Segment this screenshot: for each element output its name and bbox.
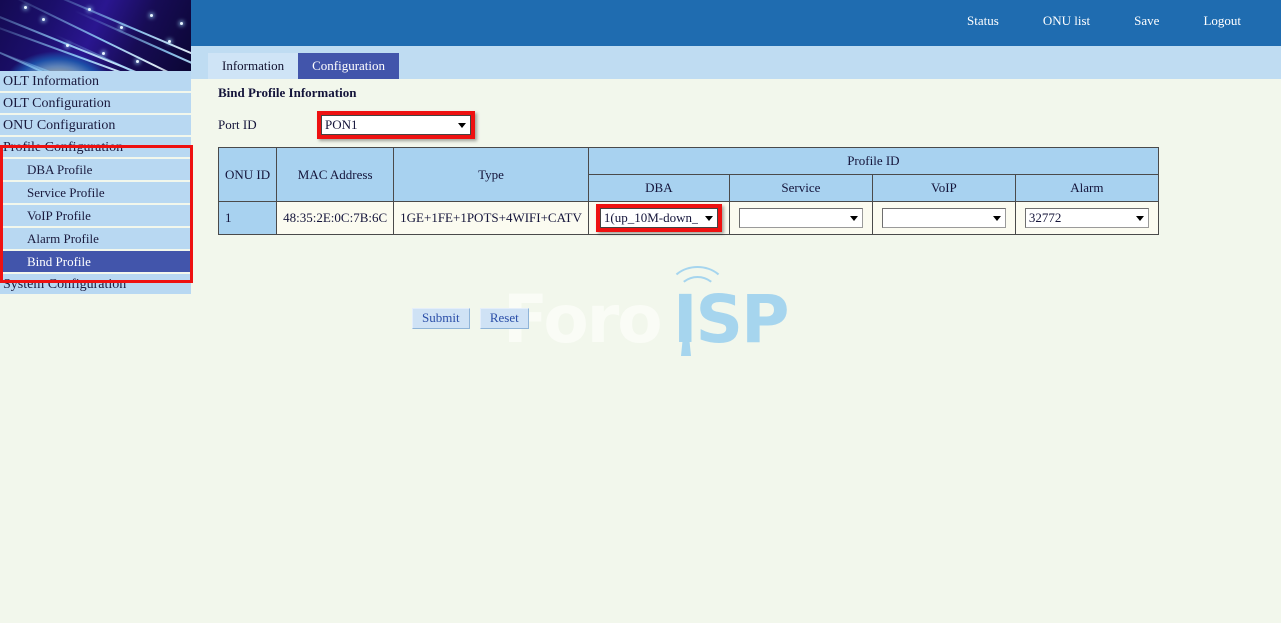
sidebar-item-dba-profile[interactable]: DBA Profile [0,159,191,182]
cell-type: 1GE+1FE+1POTS+4WIFI+CATV [394,202,589,235]
cell-voip [872,202,1015,235]
port-id-highlight-box: PON1 [317,111,475,139]
table-body: 1 48:35:2E:0C:7B:6C 1GE+1FE+1POTS+4WIFI+… [219,202,1159,235]
top-navigation-bar: Status ONU list Save Logout [191,0,1281,46]
header-banner-image [0,0,191,71]
dba-highlight-box: 1(up_10M-down_10 [596,204,722,232]
cell-mac-address: 48:35:2E:0C:7B:6C [277,202,394,235]
col-header-onu-id: ONU ID [219,148,277,202]
submit-button[interactable]: Submit [412,308,470,329]
voip-profile-select[interactable] [882,208,1006,228]
antenna-tower-icon [674,288,698,356]
nav-link-logout[interactable]: Logout [1181,12,1263,30]
cell-dba: 1(up_10M-down_10 [588,202,729,235]
sidebar-item-olt-configuration[interactable]: OLT Configuration [0,93,191,115]
port-id-field-group: PON1 [317,111,475,139]
col-header-voip: VoIP [872,175,1015,202]
tab-bar: Information Configuration [191,46,1281,79]
dba-profile-select[interactable]: 1(up_10M-down_10 [600,208,718,228]
table-row: 1 48:35:2E:0C:7B:6C 1GE+1FE+1POTS+4WIFI+… [219,202,1159,235]
main-content: Foro ISP Bind Profile Information Port I… [191,79,1281,623]
col-header-profile-id: Profile ID [588,148,1158,175]
col-header-alarm: Alarm [1015,175,1158,202]
page-title: Bind Profile Information [218,85,356,101]
cell-service [729,202,872,235]
col-header-dba: DBA [588,175,729,202]
cell-alarm: 32772 [1015,202,1158,235]
sidebar-item-olt-information[interactable]: OLT Information [0,71,191,93]
col-header-type: Type [394,148,589,202]
sidebar-item-profile-configuration[interactable]: Profile Configuration [0,137,191,159]
sidebar-menu: OLT Information OLT Configuration ONU Co… [0,71,191,296]
form-actions: Submit Reset [412,308,536,329]
port-id-label: Port ID [218,117,257,133]
nav-link-status[interactable]: Status [945,12,1021,30]
col-header-mac-address: MAC Address [277,148,394,202]
table-head: ONU ID MAC Address Type Profile ID DBA S… [219,148,1159,202]
port-id-select-wrapper: PON1 [321,115,471,135]
sidebar-item-onu-configuration[interactable]: ONU Configuration [0,115,191,137]
top-nav-links: Status ONU list Save Logout [945,12,1263,30]
nav-link-onu-list[interactable]: ONU list [1021,12,1112,30]
table-header-row-1: ONU ID MAC Address Type Profile ID [219,148,1159,175]
dba-select-wrapper: 1(up_10M-down_10 [600,208,718,228]
sidebar-item-system-configuration[interactable]: System Configuration [0,274,191,296]
sidebar-item-service-profile[interactable]: Service Profile [0,182,191,205]
alarm-select-wrapper: 32772 [1025,208,1149,228]
sidebar-item-bind-profile[interactable]: Bind Profile [0,251,191,274]
service-profile-select[interactable] [739,208,863,228]
cell-onu-id: 1 [219,202,277,235]
reset-button[interactable]: Reset [480,308,529,329]
nav-link-save[interactable]: Save [1112,12,1181,30]
port-id-select[interactable]: PON1 [321,115,471,135]
tab-information[interactable]: Information [208,53,298,79]
foroisp-watermark: Foro ISP [503,261,793,371]
service-select-wrapper [739,208,863,228]
col-header-service: Service [729,175,872,202]
voip-select-wrapper [882,208,1006,228]
alarm-profile-select[interactable]: 32772 [1025,208,1149,228]
tab-list: Information Configuration [208,53,399,79]
sidebar-item-voip-profile[interactable]: VoIP Profile [0,205,191,228]
tab-configuration[interactable]: Configuration [298,53,399,79]
bind-profile-table: ONU ID MAC Address Type Profile ID DBA S… [218,147,1159,235]
sidebar-item-alarm-profile[interactable]: Alarm Profile [0,228,191,251]
watermark-text-isp: ISP [673,287,787,353]
